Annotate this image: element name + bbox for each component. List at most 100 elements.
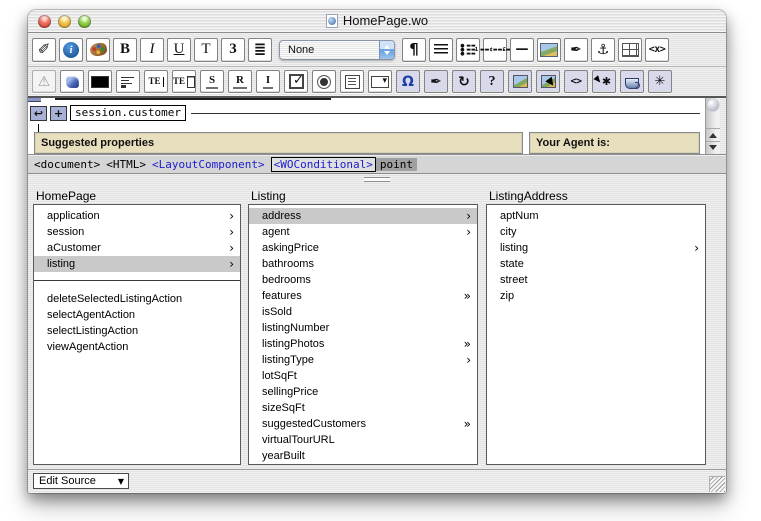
any-dynamic-element-button-icon: ✳ (655, 75, 666, 88)
scrollbar-thumb[interactable] (707, 99, 719, 111)
generic-element-button[interactable]: <> (564, 70, 588, 93)
path-item[interactable]: <document> (34, 158, 100, 171)
teletype-button[interactable]: T (194, 38, 218, 62)
conditional-binding-row: ↩ + session.customer (30, 105, 700, 121)
partial-element-icon (28, 98, 41, 102)
paragraph-button-icon: ¶ (409, 42, 419, 57)
list-item-askingPrice[interactable]: askingPrice (249, 240, 477, 256)
table-cell-suggested-properties[interactable]: Suggested properties (34, 132, 523, 154)
splitter[interactable] (28, 174, 726, 184)
anchor-button[interactable]: ⚓ (591, 38, 615, 62)
bold-button[interactable]: B (113, 38, 137, 62)
repetition-element-button[interactable]: ↻ (452, 70, 476, 93)
list-item-session[interactable]: session› (34, 224, 240, 240)
list-item-aCustomer[interactable]: aCustomer› (34, 240, 240, 256)
alignment-button[interactable]: ≣ (248, 38, 272, 62)
binding-token[interactable]: session.customer (70, 105, 186, 121)
list-item-listingPhotos[interactable]: listingPhotos» (249, 336, 477, 352)
radio-element-button[interactable] (312, 70, 336, 93)
list-item-selectListingAction[interactable]: selectListingAction (34, 323, 240, 339)
path-item[interactable]: point (376, 158, 417, 171)
conditional-element-button[interactable]: ? (480, 70, 504, 93)
path-item[interactable]: <WOConditional> (271, 157, 376, 172)
window-title-area: HomePage.wo (28, 13, 726, 28)
list-item-city[interactable]: city (487, 224, 705, 240)
component-content-button[interactable] (60, 70, 84, 93)
list-item-yearBuilt[interactable]: yearBuilt (249, 448, 477, 464)
string-element-button[interactable]: Ω (396, 70, 420, 93)
splitter-grip-icon[interactable] (364, 177, 390, 182)
list-item-selectAgentAction[interactable]: selectAgentAction (34, 307, 240, 323)
format-block-button[interactable] (429, 38, 453, 62)
list-item-state[interactable]: state (487, 256, 705, 272)
table-cell-your-agent[interactable]: Your Agent is: (529, 132, 700, 154)
list-item-application[interactable]: application› (34, 208, 240, 224)
list-item-features[interactable]: features» (249, 288, 477, 304)
checkbox-element-button[interactable] (284, 70, 308, 93)
any-dynamic-element-button[interactable]: ✳ (648, 70, 672, 93)
image-element-button[interactable] (508, 70, 532, 93)
webobject-tag-button[interactable]: <x> (645, 38, 669, 62)
italic-button-icon: I (150, 42, 155, 57)
list-item-sellingPrice[interactable]: sellingPrice (249, 384, 477, 400)
font-size-button[interactable]: 3 (221, 38, 245, 62)
list-item-isSold[interactable]: isSold (249, 304, 477, 320)
anchor-button-icon: ⚓ (597, 43, 610, 57)
list-item-listing[interactable]: listing› (487, 240, 705, 256)
java-applet-button[interactable] (620, 70, 644, 93)
list-item-agent[interactable]: agent› (249, 224, 477, 240)
paragraph-button[interactable]: ¶ (402, 38, 426, 62)
hyperlink-element-button[interactable]: ✒ (424, 70, 448, 93)
list-item-aptNum[interactable]: aptNum (487, 208, 705, 224)
list-item-listingType[interactable]: listingType› (249, 352, 477, 368)
image-button[interactable] (537, 38, 561, 62)
form-button[interactable] (116, 70, 140, 93)
list-item-listing[interactable]: listing› (34, 256, 240, 272)
list-item-viewAgentAction[interactable]: viewAgentAction (34, 339, 240, 355)
list-item-address[interactable]: address› (249, 208, 477, 224)
popup-menu-element-button[interactable] (368, 70, 392, 93)
scroll-down-button[interactable] (706, 141, 720, 154)
elements-toolbar-buttons: ⚠TETESRIΩ✒↻?<>✱✳ (32, 70, 672, 93)
active-image-element-button[interactable] (536, 70, 560, 93)
list-item-suggestedCustomers[interactable]: suggestedCustomers» (249, 416, 477, 432)
component-editor[interactable]: ↩ + session.customer Suggested propertie… (28, 98, 726, 155)
path-item[interactable]: <HTML> (106, 158, 146, 171)
horizontal-rule-button[interactable]: — (510, 38, 534, 62)
list-item-sizeSqFt[interactable]: sizeSqFt (249, 400, 477, 416)
edit-source-popup[interactable]: Edit Source (33, 473, 129, 489)
text-field-button[interactable]: TE (144, 70, 168, 93)
path-item[interactable]: <LayoutComponent> (152, 158, 265, 171)
plus-icon[interactable]: + (50, 106, 67, 121)
submit-button-element[interactable]: S (200, 70, 224, 93)
scroll-up-button[interactable] (706, 128, 720, 141)
list-item-zip[interactable]: zip (487, 288, 705, 304)
editor-scrollbar[interactable] (705, 98, 720, 154)
list-item-deleteSelectedListingAction[interactable]: deleteSelectedListingAction (34, 291, 240, 307)
info-button[interactable]: i (59, 38, 83, 62)
italic-button[interactable]: I (140, 38, 164, 62)
text-area-button[interactable]: TE (172, 70, 196, 93)
resize-grip[interactable] (709, 476, 725, 492)
underline-button[interactable]: U (167, 38, 191, 62)
input-button-element[interactable]: I (256, 70, 280, 93)
titlebar[interactable]: HomePage.wo (28, 10, 726, 33)
numbered-list-button[interactable] (483, 38, 507, 62)
list-item-street[interactable]: street (487, 272, 705, 288)
loop-icon[interactable]: ↩ (30, 106, 47, 121)
list-item-lotSqFt[interactable]: lotSqFt (249, 368, 477, 384)
body-block-button[interactable] (88, 70, 112, 93)
table-button[interactable] (618, 38, 642, 62)
reset-button-element[interactable]: R (228, 70, 252, 93)
custom-element-button[interactable]: ✱ (592, 70, 616, 93)
list-item-listingNumber[interactable]: listingNumber (249, 320, 477, 336)
markup-eraser-button[interactable]: ✐ (32, 38, 56, 62)
validation-warning-button[interactable]: ⚠ (32, 70, 56, 93)
list-item-bathrooms[interactable]: bathrooms (249, 256, 477, 272)
hyperlink-pen-button[interactable]: ✒ (564, 38, 588, 62)
list-item-bedrooms[interactable]: bedrooms (249, 272, 477, 288)
list-item-virtualTourURL[interactable]: virtualTourURL (249, 432, 477, 448)
browser-list-element-button[interactable] (340, 70, 364, 93)
paragraph-format-popup[interactable]: None (279, 40, 395, 60)
colors-button[interactable] (86, 38, 110, 62)
